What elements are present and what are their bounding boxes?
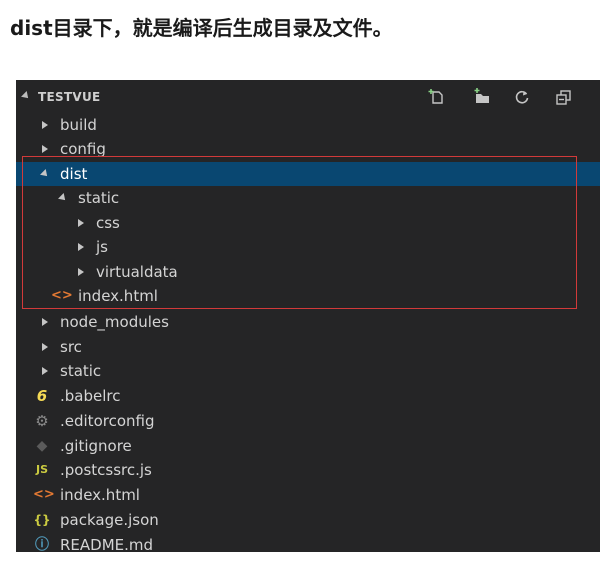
chevron-down-icon[interactable]: [21, 91, 31, 101]
folder-label: static: [78, 189, 120, 207]
chevron-down-icon[interactable]: [40, 169, 50, 179]
chevron-right-icon[interactable]: [78, 243, 84, 251]
chevron-right-icon[interactable]: [42, 367, 48, 375]
folder-js[interactable]: js: [16, 235, 600, 259]
collapse-all-icon[interactable]: [553, 86, 575, 108]
babel-file-icon: 6: [36, 387, 48, 405]
file-dist-index-html[interactable]: <> index.html: [16, 284, 600, 308]
folder-build[interactable]: build: [16, 113, 600, 137]
chevron-right-icon[interactable]: [42, 318, 48, 326]
folder-static[interactable]: static: [16, 359, 600, 383]
file-label: package.json: [60, 511, 159, 529]
folder-src[interactable]: src: [16, 335, 600, 359]
folder-label: node_modules: [60, 313, 169, 331]
folder-node-modules[interactable]: node_modules: [16, 310, 600, 334]
file-babelrc[interactable]: 6 .babelrc: [16, 384, 600, 408]
file-readme-md[interactable]: ⓘ README.md: [16, 533, 600, 552]
file-label: .babelrc: [60, 387, 121, 405]
html-file-icon: <>: [33, 487, 55, 502]
file-label: README.md: [60, 536, 154, 552]
folder-config[interactable]: config: [16, 137, 600, 161]
folder-virtualdata[interactable]: virtualdata: [16, 260, 600, 284]
chevron-right-icon[interactable]: [42, 121, 48, 129]
json-file-icon: {}: [33, 513, 51, 527]
file-editorconfig[interactable]: ⚙ .editorconfig: [16, 409, 600, 433]
refresh-icon[interactable]: [511, 86, 533, 108]
file-label: index.html: [78, 287, 158, 305]
chevron-right-icon[interactable]: [42, 343, 48, 351]
gear-icon: ⚙: [35, 412, 49, 430]
file-label: .gitignore: [60, 437, 132, 455]
caption-text: dist目录下，就是编译后生成目录及文件。: [10, 16, 393, 40]
html-file-icon: <>: [51, 288, 73, 303]
file-explorer: TESTVUE build config dist static css js …: [16, 80, 600, 552]
folder-label: virtualdata: [96, 263, 178, 281]
folder-label: css: [96, 214, 120, 232]
folder-label: build: [60, 116, 97, 134]
file-gitignore[interactable]: ◆ .gitignore: [16, 434, 600, 458]
folder-label: config: [60, 140, 106, 158]
info-icon: ⓘ: [35, 537, 49, 552]
file-postcssrc-js[interactable]: JS .postcssrc.js: [16, 458, 600, 482]
folder-label: dist: [60, 165, 88, 183]
folder-label: js: [96, 238, 108, 256]
folder-css[interactable]: css: [16, 211, 600, 235]
project-title: TESTVUE: [38, 90, 101, 104]
chevron-right-icon[interactable]: [78, 219, 84, 227]
folder-label: src: [60, 338, 82, 356]
folder-label: static: [60, 362, 102, 380]
chevron-right-icon[interactable]: [78, 268, 84, 276]
chevron-right-icon[interactable]: [42, 145, 48, 153]
explorer-header[interactable]: TESTVUE: [16, 80, 600, 114]
git-diamond-icon: ◆: [36, 438, 48, 454]
folder-dist-static[interactable]: static: [16, 186, 600, 210]
file-package-json[interactable]: {} package.json: [16, 508, 600, 532]
new-file-icon[interactable]: [426, 86, 448, 108]
file-label: .editorconfig: [60, 412, 155, 430]
file-label: index.html: [60, 486, 140, 504]
new-folder-icon[interactable]: [471, 86, 493, 108]
chevron-down-icon[interactable]: [58, 193, 68, 203]
file-index-html[interactable]: <> index.html: [16, 483, 600, 507]
folder-dist[interactable]: dist: [16, 162, 600, 186]
js-file-icon: JS: [35, 463, 48, 476]
file-label: .postcssrc.js: [60, 461, 152, 479]
